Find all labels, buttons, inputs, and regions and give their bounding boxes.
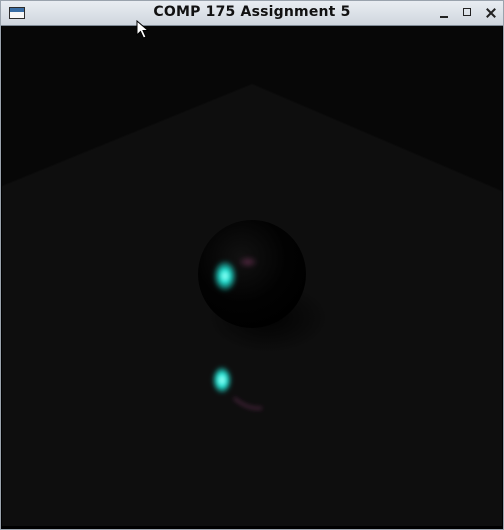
floor-reflection-highlight xyxy=(212,366,232,394)
maximize-button[interactable] xyxy=(460,5,476,21)
render-viewport[interactable] xyxy=(2,26,502,526)
close-button[interactable] xyxy=(483,5,499,21)
titlebar[interactable]: COMP 175 Assignment 5 xyxy=(1,1,503,26)
sphere-specular-highlight xyxy=(213,260,237,292)
rendered-scene xyxy=(2,26,502,526)
mouse-pointer-icon xyxy=(136,20,150,39)
window-title: COMP 175 Assignment 5 xyxy=(153,4,351,20)
sphere-secondary-highlight xyxy=(238,256,258,268)
app-window: COMP 175 Assignment 5 xyxy=(0,0,504,530)
minimize-button[interactable] xyxy=(437,5,453,21)
